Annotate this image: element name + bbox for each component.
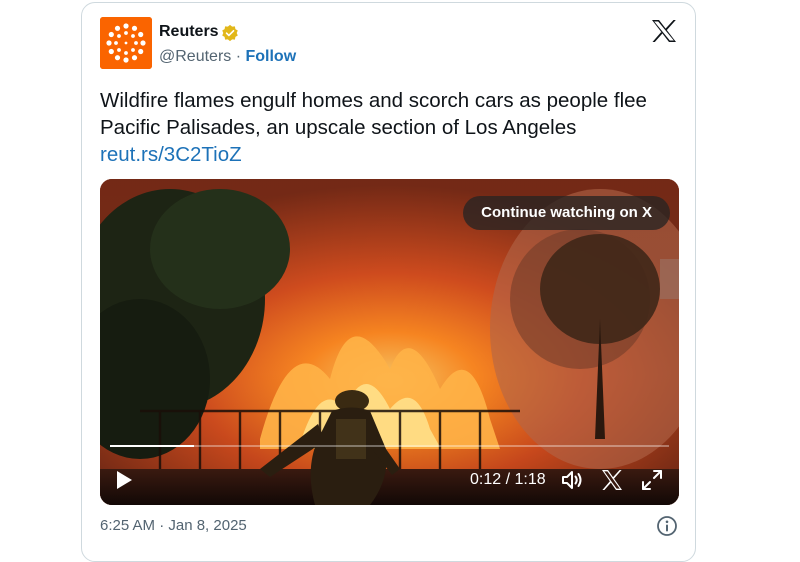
follow-button[interactable]: Follow	[245, 48, 296, 65]
x-logo-icon[interactable]	[651, 19, 677, 43]
x-logo-icon[interactable]	[600, 468, 624, 492]
video-progress-fill	[110, 445, 194, 447]
account-name[interactable]: Reuters	[159, 23, 219, 41]
handle-line: @Reuters · Follow	[159, 48, 296, 66]
verified-badge-icon	[222, 24, 238, 42]
tweet-card[interactable]: Reuters @Reuters · Follow Wildfire flame…	[81, 2, 696, 562]
video-time: 0:12 / 1:18	[470, 471, 546, 488]
play-icon[interactable]	[114, 469, 134, 491]
video-player[interactable]: Continue watching on X 0:12 / 1:18	[100, 179, 679, 505]
volume-icon[interactable]	[560, 468, 584, 492]
reuters-avatar[interactable]	[100, 17, 152, 69]
tweet-link[interactable]: reut.rs/3C2TioZ	[100, 141, 690, 168]
account-handle[interactable]: @Reuters ·	[159, 48, 245, 65]
continue-watching-button[interactable]: Continue watching on X	[463, 196, 670, 230]
tweet-timestamp[interactable]: 6:25 AM · Jan 8, 2025	[100, 517, 247, 534]
tweet-body: Wildfire flames engulf homes and scorch …	[100, 89, 647, 139]
video-progress-bar[interactable]	[110, 445, 669, 447]
tweet-text: Wildfire flames engulf homes and scorch …	[100, 87, 690, 168]
reuters-logo-icon	[100, 17, 152, 69]
fullscreen-icon[interactable]	[640, 468, 664, 492]
info-icon[interactable]	[656, 515, 678, 537]
